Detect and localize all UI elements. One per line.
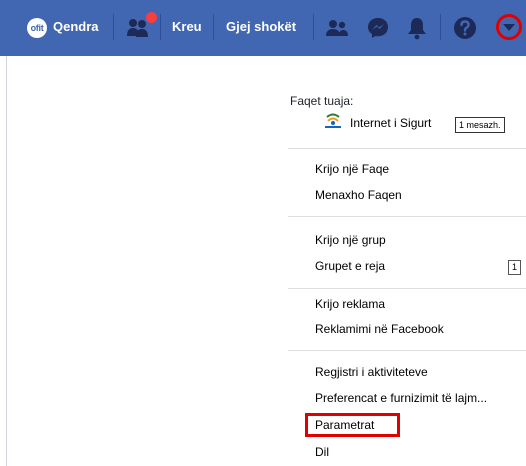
content-border — [6, 56, 7, 466]
new-groups-count-badge: 1 — [508, 260, 521, 275]
nav-separator — [213, 14, 214, 40]
nav-separator — [160, 14, 161, 40]
new-groups-item[interactable]: Grupet e reja — [315, 259, 385, 273]
profile-link[interactable]: Qendra — [53, 19, 99, 34]
menu-divider — [288, 350, 526, 351]
menu-divider — [288, 288, 526, 289]
messages-badge: 1 mesazh. — [455, 117, 505, 133]
account-menu-button[interactable] — [496, 14, 522, 40]
account-dropdown-menu: Faqet tuaja: Internet i Sigurt 1 mesazh.… — [288, 56, 526, 466]
notification-dot — [146, 12, 157, 23]
top-navigation-bar: ofit Qendra Kreu Gjej shokët — [0, 0, 526, 56]
profile-avatar[interactable]: ofit — [27, 18, 47, 38]
friends-icon[interactable] — [323, 14, 351, 42]
create-group-item[interactable]: Krijo një grup — [315, 233, 386, 247]
caret-down-icon — [503, 24, 515, 31]
notifications-bell-icon[interactable] — [403, 14, 431, 42]
nav-separator — [440, 14, 441, 40]
pages-header: Faqet tuaja: — [290, 94, 354, 108]
create-page-item[interactable]: Krijo një Faqe — [315, 162, 389, 176]
manage-page-item[interactable]: Menaxho Faqen — [315, 188, 402, 202]
nav-separator — [313, 14, 314, 40]
home-link[interactable]: Kreu — [172, 19, 202, 34]
logout-item[interactable]: Dil — [315, 445, 329, 459]
advertising-item[interactable]: Reklamimi në Facebook — [315, 322, 444, 336]
news-feed-preferences-item[interactable]: Preferencat e furnizimit të lajm... — [315, 391, 487, 405]
page-link-internet-i-sigurt[interactable]: Internet i Sigurt — [350, 116, 431, 130]
help-icon[interactable] — [451, 14, 479, 42]
create-ad-item[interactable]: Krijo reklama — [315, 297, 385, 311]
messenger-icon[interactable] — [364, 14, 392, 42]
menu-divider — [288, 216, 526, 217]
menu-divider — [288, 148, 526, 149]
find-friends-link[interactable]: Gjej shokët — [226, 19, 296, 34]
settings-item[interactable]: Parametrat — [315, 418, 374, 432]
activity-log-item[interactable]: Regjistri i aktiviteteve — [315, 365, 428, 379]
nav-separator — [113, 14, 114, 40]
page-logo-icon — [324, 113, 342, 129]
